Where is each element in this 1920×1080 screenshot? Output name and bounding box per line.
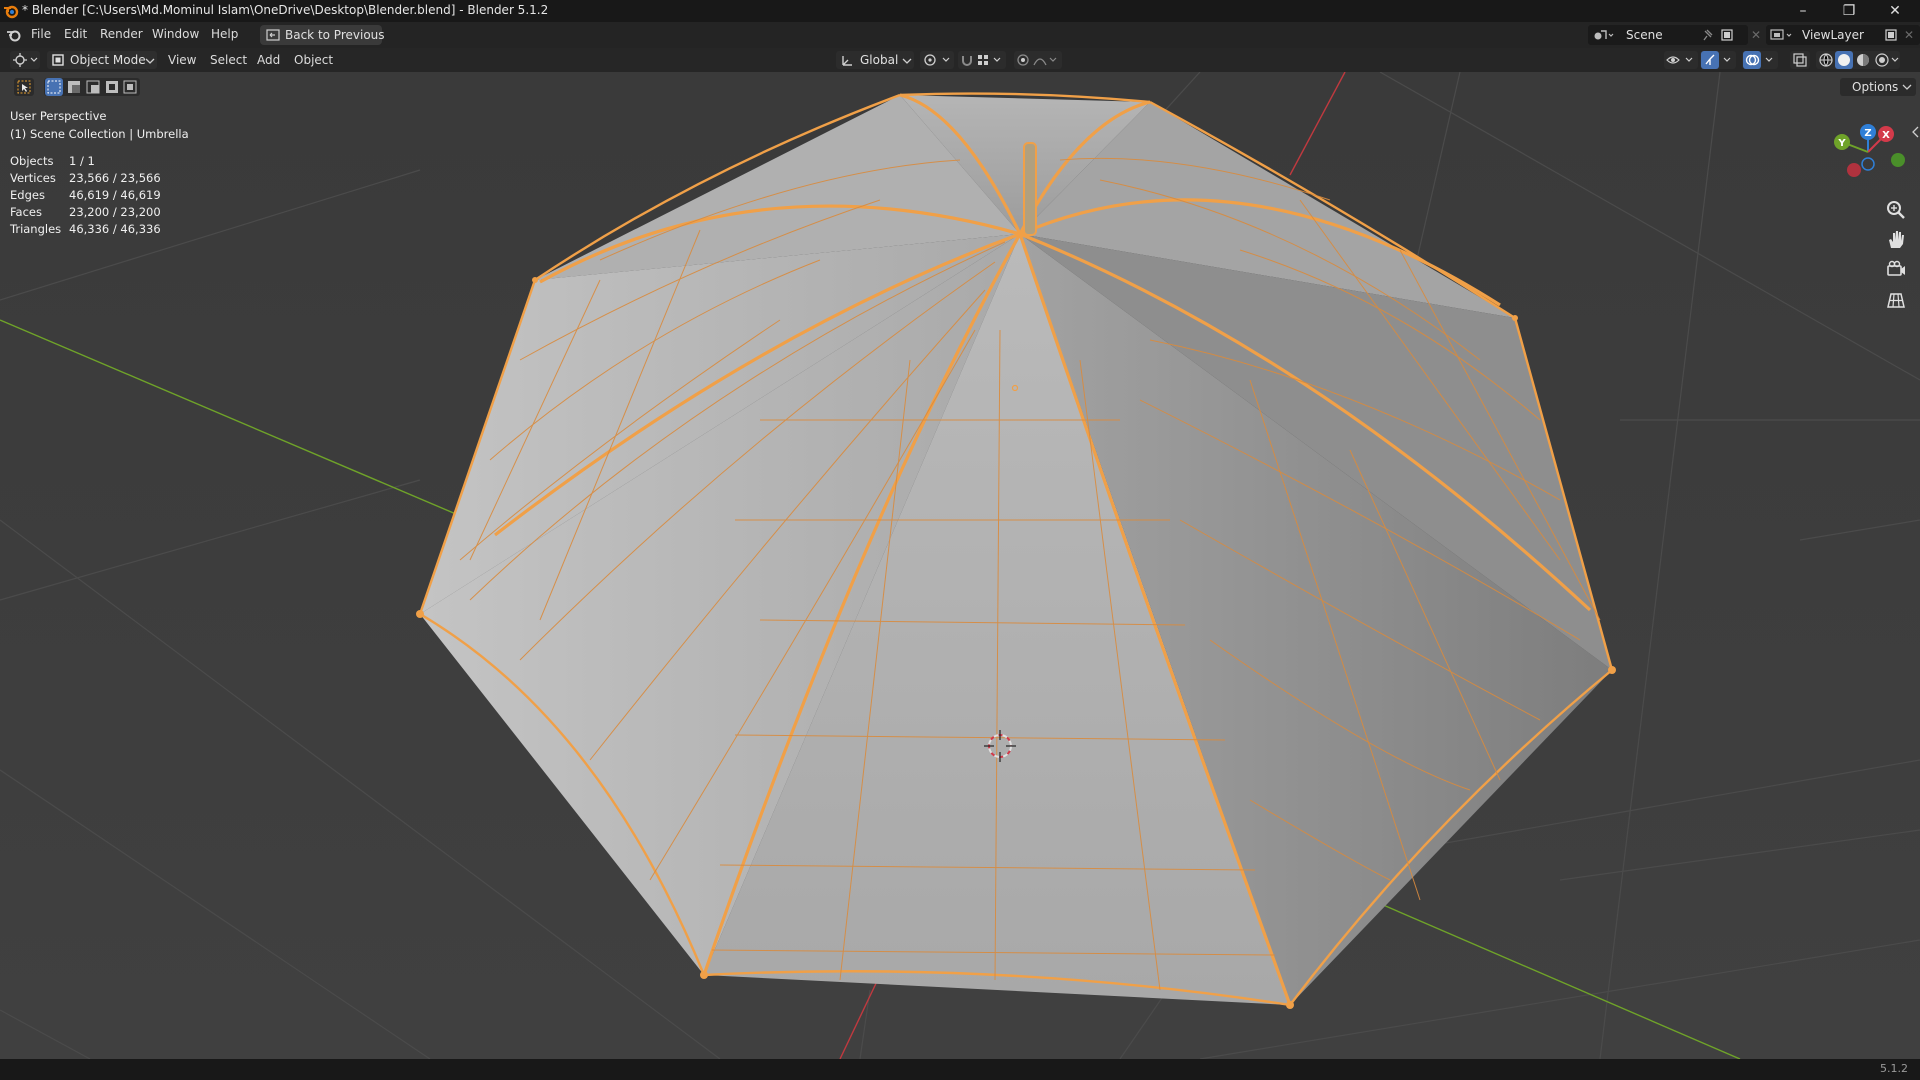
selection-mode-group: [44, 78, 140, 96]
ortho-grid-icon[interactable]: [1884, 288, 1908, 312]
scene-name: Scene: [1626, 28, 1663, 42]
xray-icon: [1793, 53, 1807, 67]
gizmo-neg-x-axis[interactable]: [1847, 163, 1861, 177]
stat-value-objects: 1 / 1: [69, 154, 95, 168]
overlay-toggle-icon: [1743, 51, 1773, 69]
perspective-label: User Perspective: [10, 109, 107, 123]
3d-view-icon: [13, 53, 38, 67]
shading-mode-icons: [1819, 51, 1899, 69]
3d-viewport[interactable]: User Perspective (1) Scene Collection | …: [0, 72, 1920, 1059]
stat-label-triangles: Triangles: [10, 222, 62, 236]
view-layer-icon: [1770, 29, 1792, 40]
proportional-editing-group[interactable]: [1014, 51, 1062, 69]
gizmo-y-label: Y: [1837, 138, 1846, 149]
close-button[interactable]: ✕: [1872, 0, 1918, 22]
editor-type-dropdown[interactable]: [10, 51, 40, 69]
pivot-icon: [924, 54, 950, 66]
orientation-label: Global: [860, 53, 899, 67]
collection-label: (1) Scene Collection | Umbrella: [10, 127, 189, 141]
gizmo-toggle-group[interactable]: [1700, 51, 1736, 69]
options-label: Options: [1852, 80, 1899, 94]
gizmo-neg-z-axis[interactable]: [1861, 157, 1875, 171]
scene-selector[interactable]: Scene: [1588, 25, 1748, 45]
overlay-toggle-group[interactable]: [1742, 51, 1778, 69]
mode-label: Object Mode: [70, 53, 146, 67]
proportional-editing-icon: [1017, 54, 1057, 66]
object-mode-icon: [52, 54, 64, 66]
sidebar-toggle-icon[interactable]: [1910, 125, 1920, 139]
chevron-down-icon: [1902, 84, 1912, 90]
back-screen-icon: [266, 29, 280, 41]
view-layer-name: ViewLayer: [1802, 28, 1864, 42]
version-label: 5.1.2: [1880, 1062, 1908, 1075]
orientation-axes-icon: [842, 56, 852, 66]
object-visibility-dropdown[interactable]: [1664, 51, 1698, 69]
menu-edit[interactable]: Edit: [64, 27, 87, 41]
stat-label-vertices: Vertices: [10, 171, 56, 185]
select-cursor-icon: [17, 80, 31, 94]
blender-logo-icon: [4, 5, 19, 19]
gizmo-toggle-icon: [1701, 51, 1731, 69]
top-menu-bar: File Edit Render Window Help Back to Pre…: [0, 22, 1920, 48]
snap-magnet-icon: [962, 55, 1001, 66]
camera-view-icon[interactable]: [1884, 258, 1908, 282]
title-bar: * Blender [C:\Users\Md.Mominul Islam\One…: [0, 0, 1920, 22]
back-to-previous-button[interactable]: Back to Previous: [260, 25, 385, 45]
select-tool-button[interactable]: [14, 78, 34, 96]
viewport-header: Object Mode View Select Add Object Globa…: [0, 48, 1920, 72]
mode-dropdown[interactable]: Object Mode: [47, 51, 157, 69]
eye-selectable-icon: [1666, 56, 1693, 64]
delete-scene-icon[interactable]: ✕: [1748, 25, 1764, 45]
menu-select[interactable]: Select: [210, 53, 247, 67]
stat-label-faces: Faces: [10, 205, 42, 219]
stat-value-triangles: 46,336 / 46,336: [69, 222, 161, 236]
stat-label-edges: Edges: [10, 188, 45, 202]
stat-value-faces: 23,200 / 23,200: [69, 205, 161, 219]
snap-group[interactable]: [958, 51, 1006, 69]
menu-add[interactable]: Add: [257, 53, 280, 67]
menu-object[interactable]: Object: [294, 53, 333, 67]
back-to-previous-label: Back to Previous: [285, 28, 385, 42]
pan-hand-icon[interactable]: [1884, 228, 1908, 252]
stat-value-vertices: 23,566 / 23,566: [69, 171, 161, 185]
gizmo-neg-y-axis[interactable]: [1891, 153, 1905, 167]
options-dropdown[interactable]: Options: [1840, 78, 1916, 96]
stat-value-edges: 46,619 / 46,619: [69, 188, 161, 202]
view-layer-selector[interactable]: ViewLayer ✕: [1766, 25, 1920, 45]
restore-button[interactable]: ❐: [1826, 0, 1872, 22]
zoom-icon[interactable]: [1884, 198, 1908, 222]
menu-render[interactable]: Render: [100, 27, 143, 41]
pin-icon[interactable]: [1700, 28, 1714, 42]
delete-view-layer-icon[interactable]: ✕: [1904, 28, 1914, 42]
new-view-layer-icon[interactable]: [1884, 28, 1898, 42]
selection-mode-icons[interactable]: [44, 78, 140, 96]
pivot-point-dropdown[interactable]: [920, 51, 954, 69]
minimize-button[interactable]: –: [1780, 0, 1826, 22]
gizmo-z-label: Z: [1864, 128, 1871, 139]
menu-view[interactable]: View: [168, 53, 196, 67]
blender-menu-icon[interactable]: [6, 28, 22, 42]
status-bar: 5.1.2: [0, 1059, 1920, 1080]
scene-icon: [1594, 30, 1614, 40]
menu-window[interactable]: Window: [152, 27, 199, 41]
navigation-gizmo[interactable]: Z X Y: [1826, 120, 1906, 200]
window-title: * Blender [C:\Users\Md.Mominul Islam\One…: [22, 3, 549, 17]
shading-mode-group[interactable]: [1816, 51, 1900, 69]
viewport-canvas[interactable]: [0, 72, 1920, 1059]
xray-toggle[interactable]: [1790, 51, 1810, 69]
menu-file[interactable]: File: [31, 27, 51, 41]
gizmo-x-label: X: [1882, 130, 1890, 141]
transform-orientation-dropdown[interactable]: Global: [836, 51, 914, 69]
new-scene-icon[interactable]: [1720, 28, 1734, 42]
chevron-down-icon: [902, 58, 912, 64]
stat-label-objects: Objects: [10, 154, 54, 168]
menu-help[interactable]: Help: [211, 27, 238, 41]
chevron-down-icon: [145, 58, 155, 64]
